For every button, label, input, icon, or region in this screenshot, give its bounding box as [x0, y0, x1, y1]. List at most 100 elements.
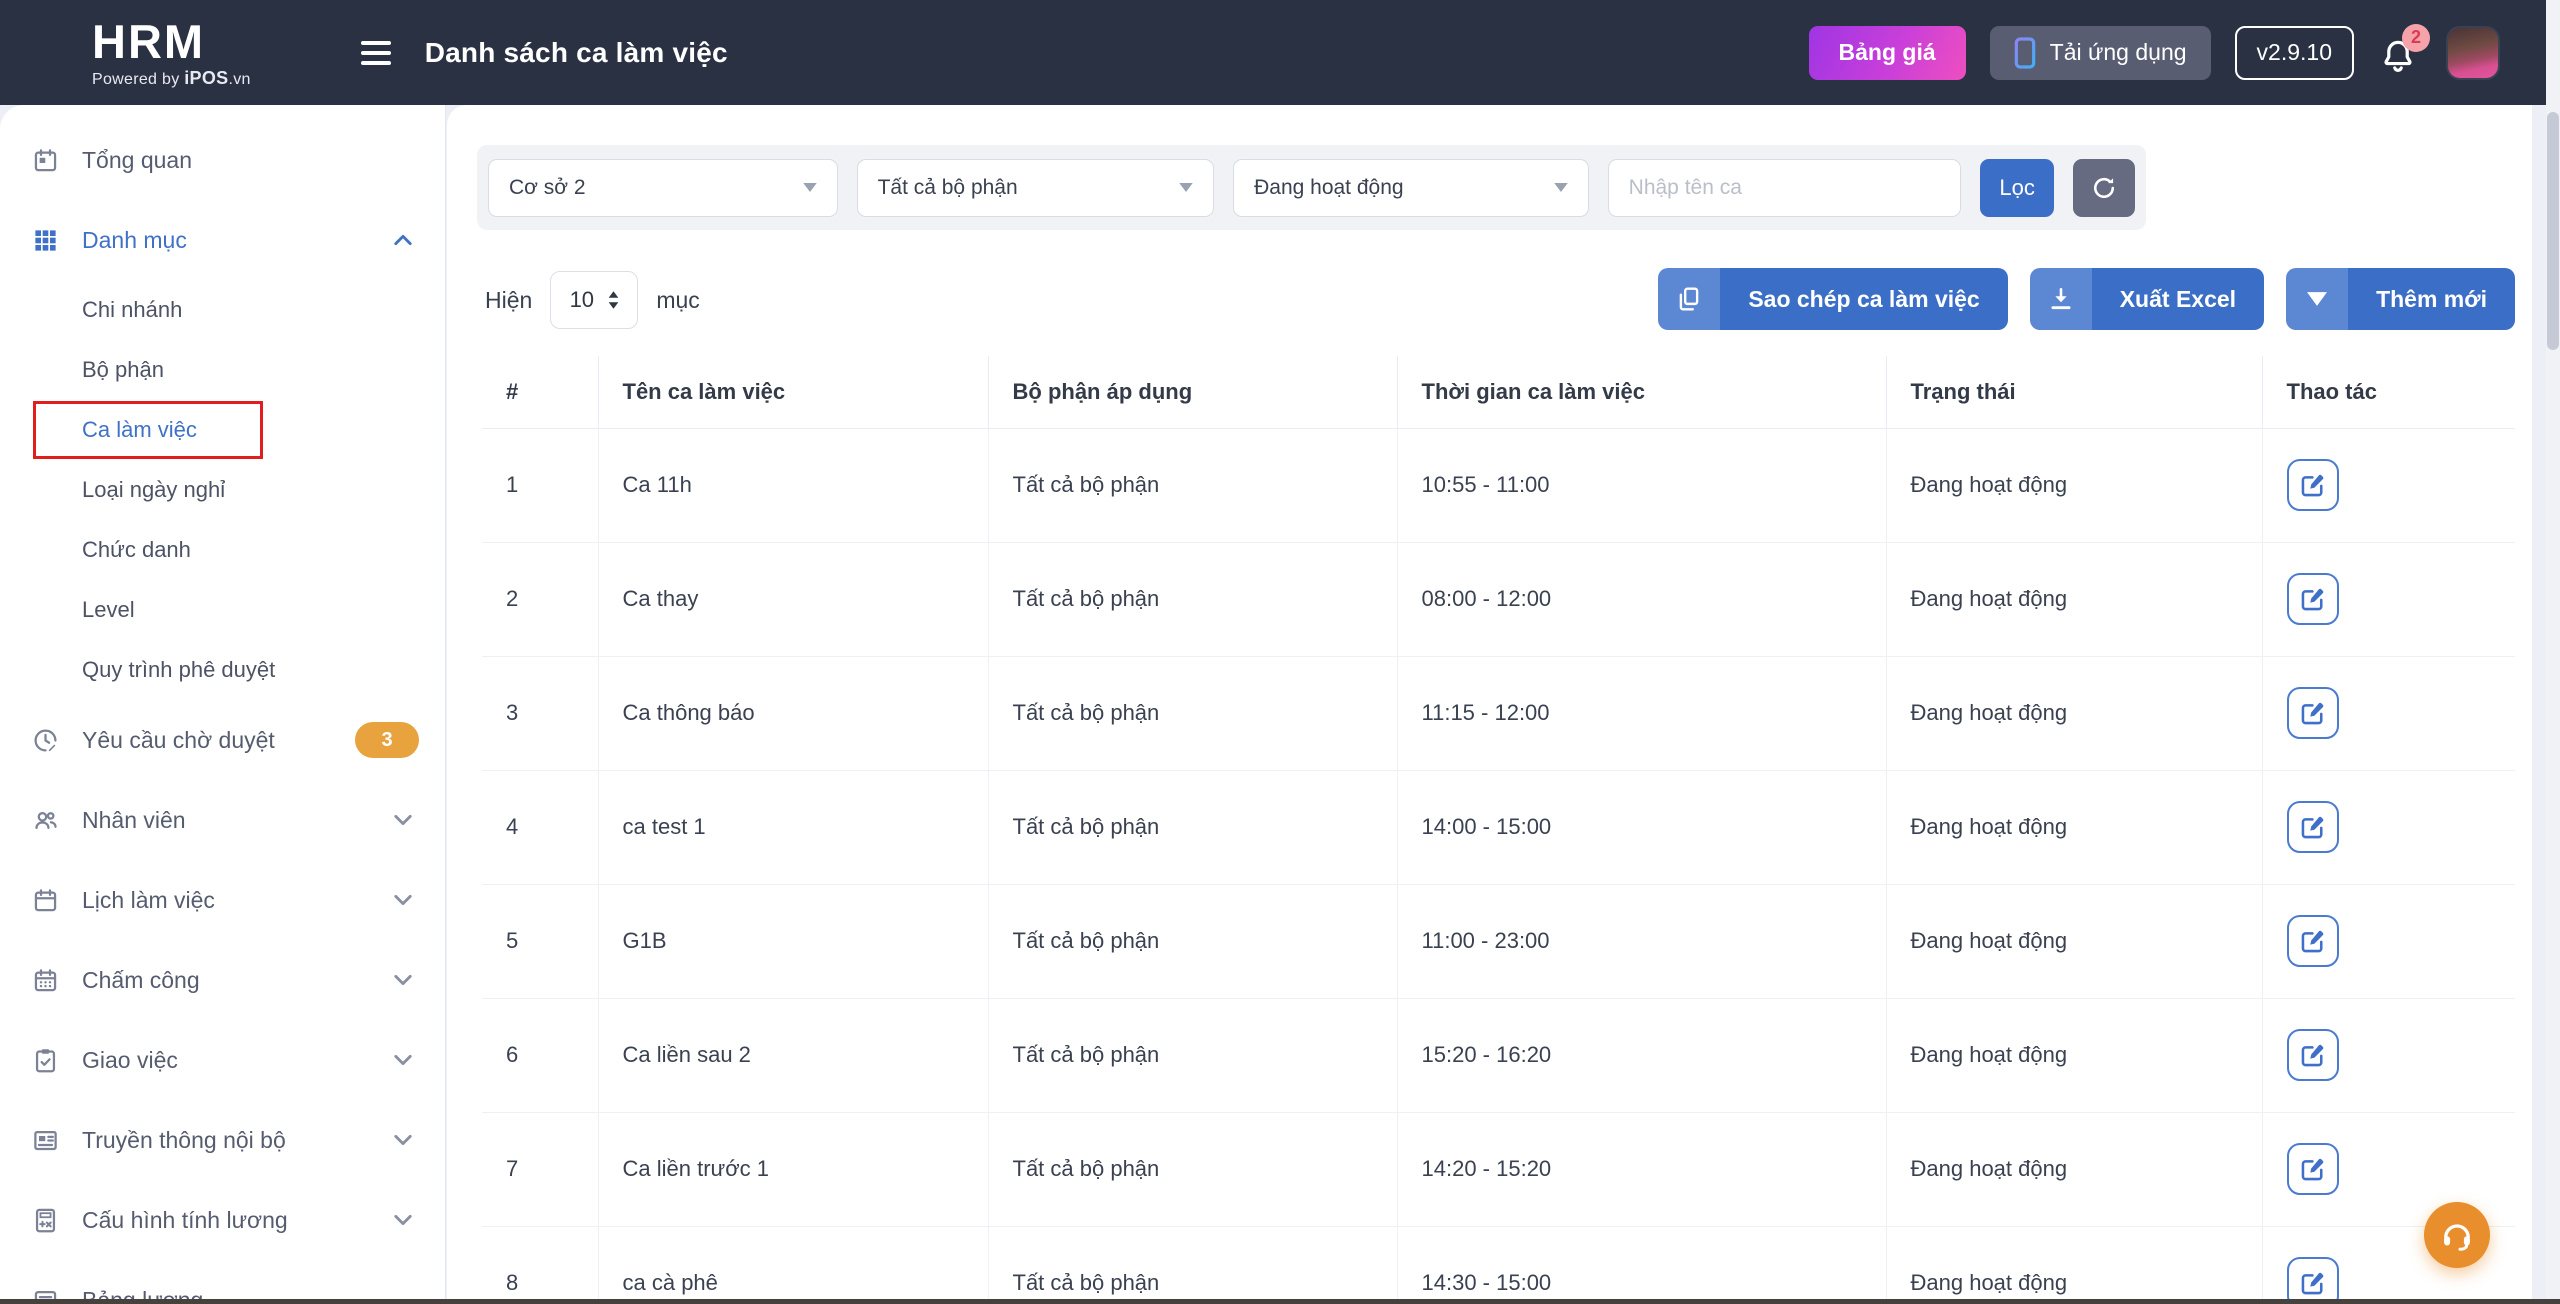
- edit-shift-button[interactable]: [2287, 1257, 2339, 1304]
- pencil-square-icon: [2301, 701, 2325, 725]
- pencil-square-icon: [2301, 1271, 2325, 1295]
- chevron-down-icon: [1179, 183, 1193, 192]
- edit-shift-button[interactable]: [2287, 1143, 2339, 1195]
- pricing-button[interactable]: Bảng giá: [1809, 26, 1966, 80]
- user-avatar[interactable]: [2446, 26, 2500, 80]
- pencil-square-icon: [2301, 587, 2325, 611]
- sidebar-item-yeu-cau-cho-duyet[interactable]: Yêu cầu chờ duyệt 3: [0, 700, 445, 780]
- table-row: 7 Ca liền trước 1 Tất cả bộ phận 14:20 -…: [482, 1112, 2515, 1226]
- sidebar-item-truyen-thong-noi-bo[interactable]: Truyền thông nội bộ: [0, 1100, 445, 1180]
- table-row: 3 Ca thông báo Tất cả bộ phận 11:15 - 12…: [482, 656, 2515, 770]
- sidebar-item-bang-luong[interactable]: Bảng lương: [0, 1260, 445, 1304]
- status-badge: Đang hoạt động: [1886, 1112, 2262, 1226]
- page-size-row: Hiện 10 mục: [485, 270, 700, 330]
- page-size-select[interactable]: 10: [550, 271, 638, 329]
- refresh-icon: [2090, 174, 2118, 202]
- column-header-actions: Thao tác: [2262, 356, 2515, 428]
- sidebar-item-loai-ngay-nghi[interactable]: Loại ngày nghỉ: [0, 460, 445, 520]
- sidebar-item-bo-phan[interactable]: Bộ phận: [0, 340, 445, 400]
- calculator-icon: [32, 1207, 59, 1234]
- status-badge: Đang hoạt động: [1886, 542, 2262, 656]
- edit-shift-button[interactable]: [2287, 801, 2339, 853]
- sidebar-item-cham-cong[interactable]: Chấm công: [0, 940, 445, 1020]
- sidebar-item-cau-hinh-tinh-luong[interactable]: Cấu hình tính lương: [0, 1180, 445, 1260]
- sidebar-item-nhan-vien[interactable]: Nhân viên: [0, 780, 445, 860]
- column-header-index: #: [482, 356, 598, 428]
- add-new-button[interactable]: Thêm mới: [2286, 268, 2515, 330]
- status-badge: Đang hoạt động: [1886, 998, 2262, 1112]
- edit-shift-button[interactable]: [2287, 915, 2339, 967]
- chevron-down-icon: [803, 183, 817, 192]
- scrollbar-thumb[interactable]: [2547, 112, 2559, 350]
- pencil-square-icon: [2301, 1157, 2325, 1181]
- version-badge: v2.9.10: [2235, 26, 2354, 80]
- notifications-button[interactable]: 2: [2378, 28, 2422, 78]
- main-content: Cơ sở 2 Tất cả bộ phận Đang hoạt động Lọ…: [447, 105, 2532, 1304]
- top-header: HRM Powered by iPOS.vn Danh sách ca làm …: [0, 0, 2560, 105]
- table-row: 5 G1B Tất cả bộ phận 11:00 - 23:00 Đang …: [482, 884, 2515, 998]
- sidebar-item-tong-quan[interactable]: Tổng quan: [0, 120, 445, 200]
- table-row: 8 ca cà phê Tất cả bộ phận 14:30 - 15:00…: [482, 1226, 2515, 1304]
- status-select[interactable]: Đang hoạt động: [1233, 159, 1589, 217]
- column-header-name: Tên ca làm việc: [598, 356, 988, 428]
- pencil-square-icon: [2301, 815, 2325, 839]
- chevron-down-icon: [393, 814, 413, 826]
- filter-button[interactable]: Lọc: [1980, 159, 2054, 217]
- menu-toggle-icon[interactable]: [361, 41, 391, 65]
- column-header-department: Bộ phận áp dụng: [988, 356, 1397, 428]
- caret-down-icon: [2286, 268, 2348, 330]
- copy-icon: [1658, 268, 1720, 330]
- users-icon: [32, 807, 59, 834]
- grid-icon: [32, 227, 59, 254]
- sidebar-item-lich-lam-viec[interactable]: Lịch làm việc: [0, 860, 445, 940]
- support-fab-button[interactable]: [2424, 1202, 2490, 1268]
- department-select[interactable]: Tất cả bộ phận: [857, 159, 1215, 217]
- chevron-down-icon: [393, 1054, 413, 1066]
- table-row: 6 Ca liền sau 2 Tất cả bộ phận 15:20 - 1…: [482, 998, 2515, 1112]
- sidebar-item-chuc-danh[interactable]: Chức danh: [0, 520, 445, 580]
- facility-select[interactable]: Cơ sở 2: [488, 159, 838, 217]
- edit-shift-button[interactable]: [2287, 573, 2339, 625]
- refresh-button[interactable]: [2073, 159, 2135, 217]
- chevron-down-icon: [393, 1134, 413, 1146]
- chevron-down-icon: [393, 894, 413, 906]
- edit-shift-button[interactable]: [2287, 1029, 2339, 1081]
- app-logo[interactable]: HRM Powered by iPOS.vn: [92, 18, 251, 88]
- spinner-arrows-icon: [608, 291, 619, 309]
- sidebar-item-danh-muc[interactable]: Danh mục: [0, 200, 445, 280]
- status-badge: Đang hoạt động: [1886, 1226, 2262, 1304]
- clock-pending-icon: [32, 727, 59, 754]
- chevron-down-icon: [393, 974, 413, 986]
- sidebar-item-quy-trinh-phe-duyet[interactable]: Quy trình phê duyệt: [0, 640, 445, 700]
- sidebar-item-giao-viec[interactable]: Giao việc: [0, 1020, 445, 1100]
- logo-text: HRM: [92, 18, 205, 65]
- chevron-down-icon: [1554, 183, 1568, 192]
- table-header-row: # Tên ca làm việc Bộ phận áp dụng Thời g…: [482, 356, 2515, 428]
- page-scrollbar[interactable]: [2546, 0, 2560, 1304]
- column-header-status: Trạng thái: [1886, 356, 2262, 428]
- edit-shift-button[interactable]: [2287, 687, 2339, 739]
- table-row: 1 Ca 11h Tất cả bộ phận 10:55 - 11:00 Đa…: [482, 428, 2515, 542]
- edit-shift-button[interactable]: [2287, 459, 2339, 511]
- screen-bottom-edge: [0, 1299, 2560, 1304]
- page-title: Danh sách ca làm việc: [425, 37, 728, 69]
- download-icon: [2030, 268, 2092, 330]
- logo-subtitle: Powered by iPOS.vn: [92, 69, 251, 88]
- status-badge: Đang hoạt động: [1886, 428, 2262, 542]
- download-app-button[interactable]: Tải ứng dụng: [1990, 26, 2211, 80]
- sidebar-item-ca-lam-viec[interactable]: Ca làm việc: [0, 400, 445, 460]
- copy-shifts-button[interactable]: Sao chép ca làm việc: [1658, 268, 2007, 330]
- sidebar-item-level[interactable]: Level: [0, 580, 445, 640]
- filter-panel: Cơ sở 2 Tất cả bộ phận Đang hoạt động Lọ…: [477, 145, 2146, 230]
- calendar-icon: [32, 887, 59, 914]
- export-excel-button[interactable]: Xuất Excel: [2030, 268, 2264, 330]
- shift-name-input[interactable]: [1608, 159, 1962, 217]
- status-badge: Đang hoạt động: [1886, 770, 2262, 884]
- status-badge: Đang hoạt động: [1886, 884, 2262, 998]
- sidebar-item-chi-nhanh[interactable]: Chi nhánh: [0, 280, 445, 340]
- pencil-square-icon: [2301, 929, 2325, 953]
- calendar-days-icon: [32, 967, 59, 994]
- calendar-overview-icon: [32, 147, 59, 174]
- chevron-down-icon: [393, 1214, 413, 1226]
- headset-icon: [2439, 1217, 2475, 1253]
